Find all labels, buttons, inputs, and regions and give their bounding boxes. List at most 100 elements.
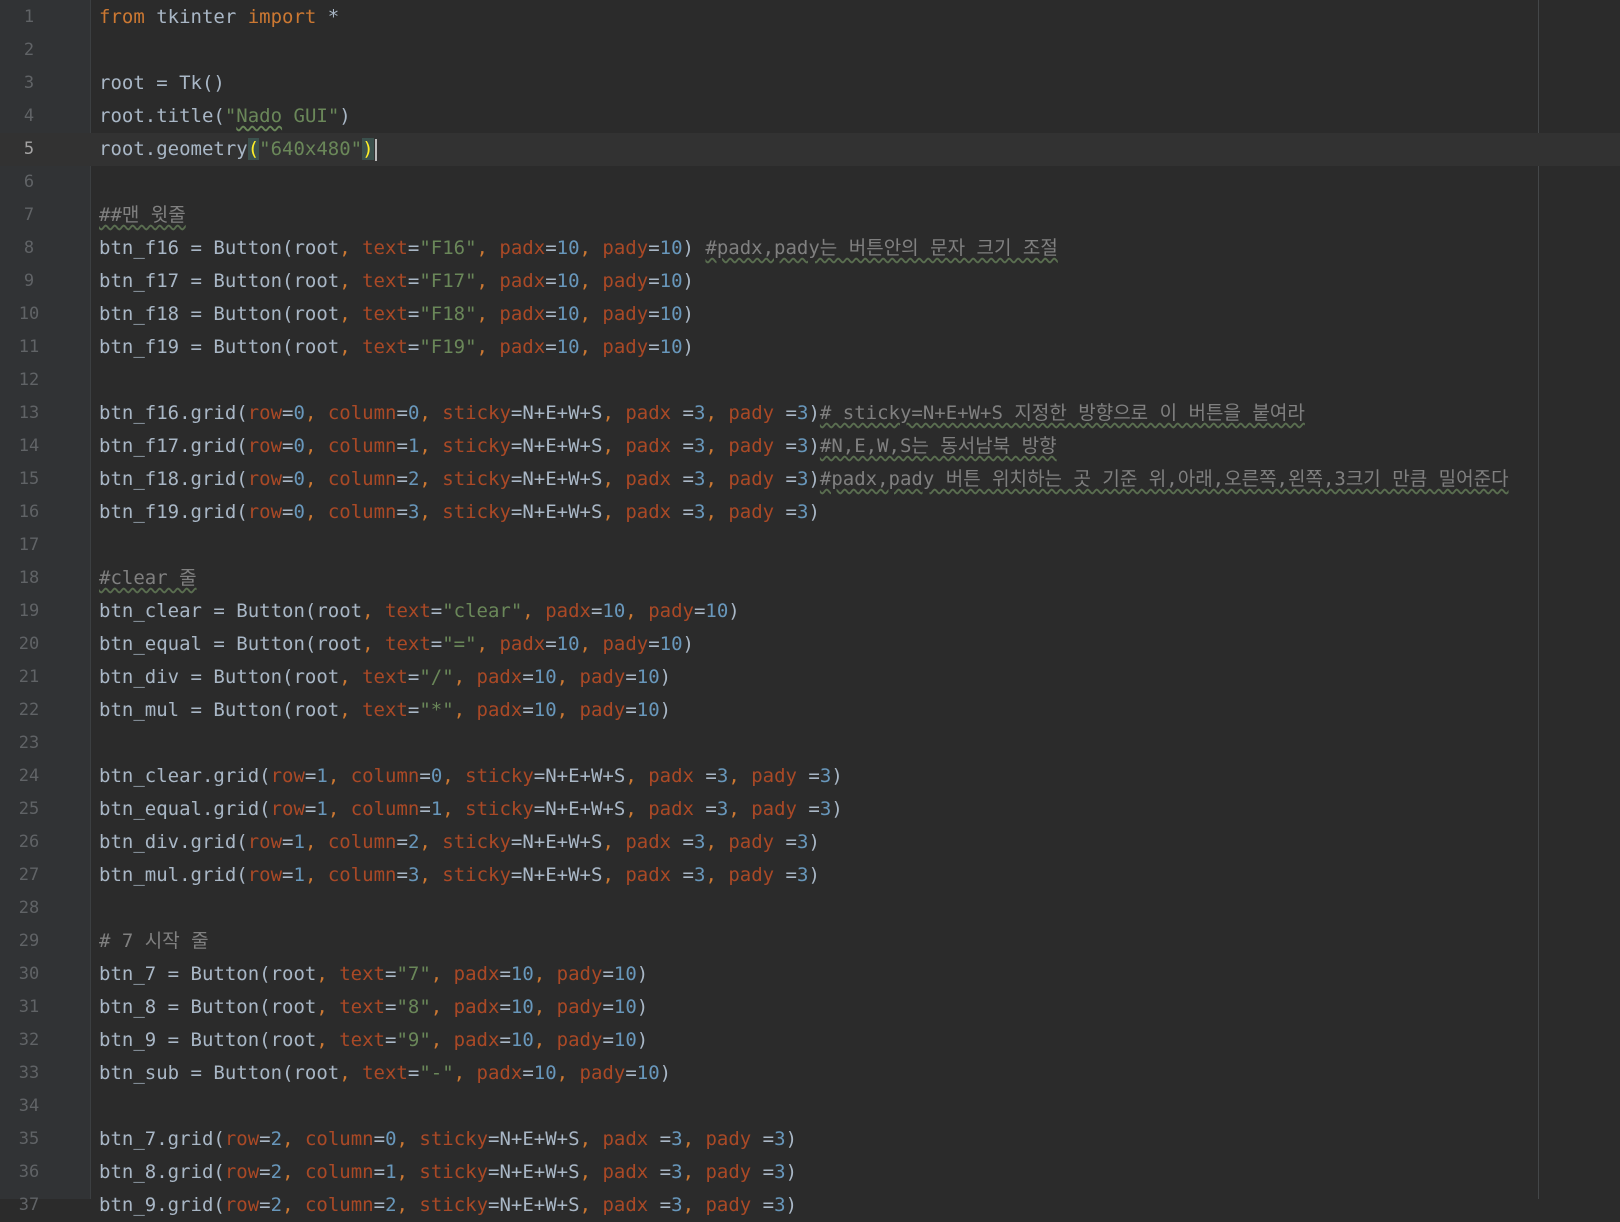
code-line[interactable]: 8 btn_f16 = Button(root, text="F16", padx… (0, 232, 1620, 265)
code-text[interactable]: btn_f17.grid(row=0, column=1, sticky=N+E… (99, 430, 1057, 463)
code-token: , (304, 864, 328, 886)
code-text[interactable]: btn_9 = Button(root, text="9", padx=10, … (99, 1024, 648, 1057)
code-line[interactable]: 11 btn_f19 = Button(root, text="F19", pad… (0, 331, 1620, 364)
code-text[interactable]: btn_mul.grid(row=1, column=3, sticky=N+E… (99, 859, 820, 892)
code-token: btn_f16 = Button(root (99, 237, 340, 259)
code-line[interactable]: 21 btn_div = Button(root, text="/", padx=… (0, 661, 1620, 694)
code-text[interactable]: btn_equal.grid(row=1, column=1, sticky=N… (99, 793, 843, 826)
code-line[interactable]: 18 #clear 줄 (0, 562, 1620, 595)
code-token: , (327, 798, 351, 820)
code-token: "F17" (419, 270, 477, 292)
code-line[interactable]: 5 root.geometry("640x480") (0, 133, 1620, 166)
code-line[interactable]: 25 btn_equal.grid(row=1, column=1, sticky… (0, 793, 1620, 826)
code-line[interactable]: 10 btn_f18 = Button(root, text="F18", pad… (0, 298, 1620, 331)
code-token: padx (625, 831, 672, 853)
code-text[interactable]: btn_clear.grid(row=1, column=0, sticky=N… (99, 760, 843, 793)
code-line[interactable]: 4 root.title("Nado GUI") (0, 100, 1620, 133)
code-line[interactable]: 7 ##맨 윗줄 (0, 199, 1620, 232)
code-text[interactable]: root = Tk() (99, 67, 225, 100)
code-token: 1 (316, 765, 328, 787)
code-token: = (625, 1062, 637, 1084)
code-text[interactable]: btn_9.grid(row=2, column=2, sticky=N+E+W… (99, 1189, 797, 1222)
code-text[interactable]: ##맨 윗줄 (99, 199, 186, 232)
code-text[interactable]: btn_div.grid(row=1, column=2, sticky=N+E… (99, 826, 820, 859)
code-text[interactable]: btn_8 = Button(root, text="8", padx=10, … (99, 991, 648, 1024)
code-line[interactable]: 6 (0, 166, 1620, 199)
code-line[interactable]: 29 # 7 시작 줄 (0, 925, 1620, 958)
code-text[interactable]: from tkinter import * (99, 1, 339, 34)
code-line[interactable]: 30 btn_7 = Button(root, text="7", padx=10… (0, 958, 1620, 991)
code-token: = (407, 270, 420, 292)
code-line[interactable]: 34 (0, 1090, 1620, 1123)
code-line[interactable]: 31 btn_8 = Button(root, text="8", padx=10… (0, 991, 1620, 1024)
code-token: 3 (693, 435, 706, 457)
code-token: 10 (659, 270, 683, 292)
code-token: "9" (396, 1029, 431, 1051)
code-line[interactable]: 9 btn_f17 = Button(root, text="F17", padx… (0, 265, 1620, 298)
code-text[interactable]: root.geometry("640x480") (99, 133, 377, 166)
code-token: sticky (419, 1128, 489, 1150)
code-line[interactable]: 20 btn_equal = Button(root, text="=", pad… (0, 628, 1620, 661)
code-token: pady (579, 1062, 626, 1084)
code-text[interactable]: btn_clear = Button(root, text="clear", p… (99, 595, 740, 628)
code-text[interactable]: btn_f17 = Button(root, text="F17", padx=… (99, 265, 694, 298)
code-token: ) (785, 1161, 798, 1183)
code-token: =N+E+W+S (533, 765, 626, 787)
line-number: 11 (18, 337, 40, 357)
code-line[interactable]: 3 root = Tk() (0, 67, 1620, 100)
line-number: 15 (18, 469, 40, 489)
code-token: 2 (385, 1194, 397, 1216)
code-text[interactable]: btn_div = Button(root, text="/", padx=10… (99, 661, 671, 694)
code-token: = (430, 633, 443, 655)
code-text[interactable]: btn_mul = Button(root, text="*", padx=10… (99, 694, 671, 727)
code-text[interactable]: # 7 시작 줄 (99, 925, 209, 958)
code-line[interactable]: 22 btn_mul = Button(root, text="*", padx=… (0, 694, 1620, 727)
code-line[interactable]: 15 btn_f18.grid(row=0, column=2, sticky=N… (0, 463, 1620, 496)
code-text[interactable]: btn_7 = Button(root, text="7", padx=10, … (99, 958, 648, 991)
line-number: 3 (23, 73, 35, 93)
line-number: 1 (23, 7, 35, 27)
code-token: 3 (716, 798, 729, 820)
code-line[interactable]: 12 (0, 364, 1620, 397)
code-text[interactable]: btn_f16.grid(row=0, column=0, sticky=N+E… (99, 397, 1305, 430)
code-text[interactable]: btn_8.grid(row=2, column=1, sticky=N+E+W… (99, 1156, 797, 1189)
code-line[interactable]: 26 btn_div.grid(row=1, column=2, sticky=N… (0, 826, 1620, 859)
code-line[interactable]: 35 btn_7.grid(row=2, column=0, sticky=N+E… (0, 1123, 1620, 1156)
code-text[interactable]: btn_f16 = Button(root, text="F16", padx=… (99, 232, 1058, 265)
text-caret (374, 138, 377, 161)
code-line[interactable]: 24 btn_clear.grid(row=1, column=0, sticky… (0, 760, 1620, 793)
code-line[interactable]: 23 (0, 727, 1620, 760)
code-line[interactable]: 27 btn_mul.grid(row=1, column=3, sticky=N… (0, 859, 1620, 892)
code-token: , (304, 468, 328, 490)
code-token: pady (602, 270, 649, 292)
code-line[interactable]: 16 btn_f19.grid(row=0, column=3, sticky=N… (0, 496, 1620, 529)
code-token: , (705, 501, 729, 523)
code-line[interactable]: 17 (0, 529, 1620, 562)
code-token: = (396, 402, 408, 424)
code-line[interactable]: 33 btn_sub = Button(root, text="-", padx=… (0, 1057, 1620, 1090)
code-text[interactable]: #clear 줄 (99, 562, 197, 595)
code-line[interactable]: 2 (0, 34, 1620, 67)
code-line[interactable]: 13 btn_f16.grid(row=0, column=0, sticky=N… (0, 397, 1620, 430)
code-line[interactable]: 32 btn_9 = Button(root, text="9", padx=10… (0, 1024, 1620, 1057)
code-token: padx (625, 864, 672, 886)
code-text[interactable]: btn_f19 = Button(root, text="F19", padx=… (99, 331, 694, 364)
code-token: btn_equal.grid( (99, 798, 271, 820)
line-number: 25 (18, 799, 40, 819)
code-editor[interactable]: 1 from tkinter import * 2 3 root = Tk() 4 root… (0, 0, 1620, 1216)
code-text[interactable]: btn_f18 = Button(root, text="F18", padx=… (99, 298, 694, 331)
code-text[interactable]: btn_f19.grid(row=0, column=3, sticky=N+E… (99, 496, 820, 529)
code-line[interactable]: 37 btn_9.grid(row=2, column=2, sticky=N+E… (0, 1189, 1620, 1222)
code-text[interactable]: btn_sub = Button(root, text="-", padx=10… (99, 1057, 671, 1090)
code-line[interactable]: 1 from tkinter import * (0, 1, 1620, 34)
code-text[interactable]: btn_7.grid(row=2, column=0, sticky=N+E+W… (99, 1123, 797, 1156)
code-line[interactable]: 14 btn_f17.grid(row=0, column=1, sticky=N… (0, 430, 1620, 463)
code-line[interactable]: 19 btn_clear = Button(root, text="clear",… (0, 595, 1620, 628)
code-token: row (270, 765, 305, 787)
code-text[interactable]: root.title("Nado GUI") (99, 100, 351, 133)
code-text[interactable]: btn_f18.grid(row=0, column=2, sticky=N+E… (99, 463, 1509, 496)
code-line[interactable]: 36 btn_8.grid(row=2, column=1, sticky=N+E… (0, 1156, 1620, 1189)
code-token: , (556, 1062, 580, 1084)
code-line[interactable]: 28 (0, 892, 1620, 925)
code-text[interactable]: btn_equal = Button(root, text="=", padx=… (99, 628, 694, 661)
